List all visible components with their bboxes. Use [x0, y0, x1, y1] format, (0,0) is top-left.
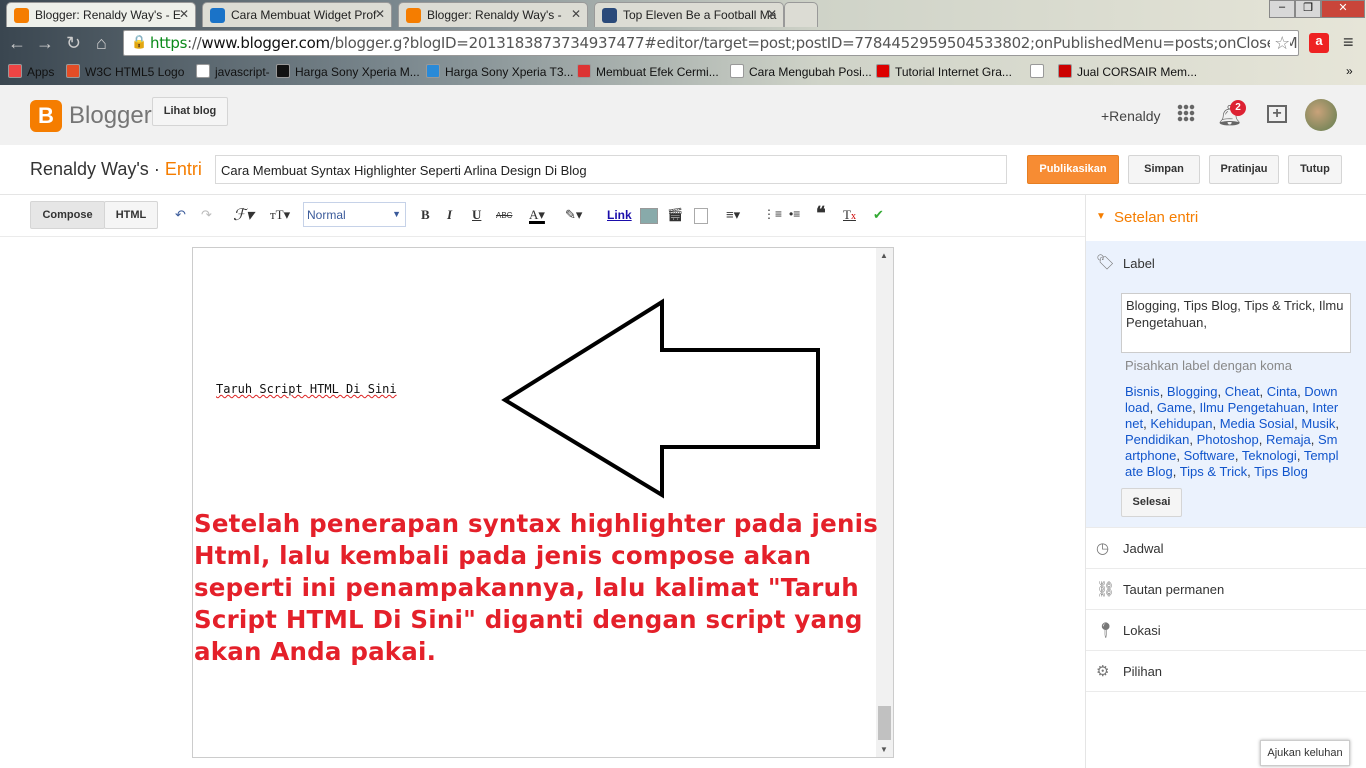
label-heading[interactable]: Label — [1123, 256, 1155, 271]
schedule-item[interactable]: ◷ Jadwal — [1086, 528, 1366, 569]
label-section: 🏷︎ Label Blogging, Tips Blog, Tips & Tri… — [1086, 241, 1366, 528]
label-suggestion[interactable]: Kehidupan — [1150, 416, 1212, 431]
annotation-note: Setelah penerapan syntax highlighter pad… — [194, 509, 878, 666]
tag-icon: 🏷︎ — [1096, 254, 1116, 271]
done-button[interactable]: Selesai — [1121, 488, 1182, 517]
location-label: Lokasi — [1123, 623, 1161, 638]
link-icon: ⛓ — [1096, 581, 1116, 598]
label-suggestion[interactable]: Bisnis — [1125, 384, 1160, 399]
settings-title: Setelan entri — [1114, 209, 1199, 226]
label-suggestion[interactable]: Tips & Trick — [1180, 464, 1247, 479]
left-arrow-shape — [501, 298, 820, 499]
label-suggestion[interactable]: Tips Blog — [1254, 464, 1308, 479]
label-suggestion[interactable]: Photoshop — [1197, 432, 1259, 447]
label-suggestion[interactable]: Game — [1157, 400, 1192, 415]
options-label: Pilihan — [1123, 664, 1163, 679]
label-suggestion[interactable]: Media Sosial — [1220, 416, 1294, 431]
gear-icon: ⚙ — [1096, 663, 1110, 680]
feedback-button[interactable]: Ajukan keluhan — [1260, 740, 1350, 766]
label-suggestion[interactable]: Cinta — [1267, 384, 1297, 399]
caret-down-icon: ▼ — [1096, 211, 1106, 222]
label-suggestion[interactable]: Ilmu Pengetahuan — [1199, 400, 1305, 415]
location-item[interactable]: 📍︎ Lokasi — [1086, 610, 1366, 651]
label-suggestion[interactable]: Cheat — [1225, 384, 1260, 399]
label-suggestion[interactable]: Musik — [1301, 416, 1335, 431]
post-settings-sidebar: ▼ Setelan entri 🏷︎ Label Blogging, Tips … — [1085, 195, 1366, 768]
location-pin-icon: 📍︎ — [1096, 622, 1116, 639]
schedule-label: Jadwal — [1123, 541, 1164, 556]
labels-textarea[interactable]: Blogging, Tips Blog, Tips & Trick, Ilmu … — [1121, 293, 1351, 353]
label-suggestion[interactable]: Software — [1184, 448, 1235, 463]
settings-header[interactable]: ▼ Setelan entri — [1086, 195, 1366, 241]
label-hint: Pisahkan label dengan koma — [1125, 358, 1292, 373]
permalink-item[interactable]: ⛓ Tautan permanen — [1086, 569, 1366, 610]
label-suggestion[interactable]: Blogging — [1167, 384, 1218, 399]
label-suggestion[interactable]: Pendidikan — [1125, 432, 1189, 447]
permalink-label: Tautan permanen — [1123, 582, 1225, 597]
options-item[interactable]: ⚙ Pilihan — [1086, 651, 1366, 692]
label-suggestion[interactable]: Remaja — [1266, 432, 1311, 447]
label-suggestions: Bisnis, Blogging, Cheat, Cinta, Download… — [1125, 384, 1339, 479]
clock-icon: ◷ — [1096, 540, 1110, 557]
label-suggestion[interactable]: Teknologi — [1242, 448, 1297, 463]
